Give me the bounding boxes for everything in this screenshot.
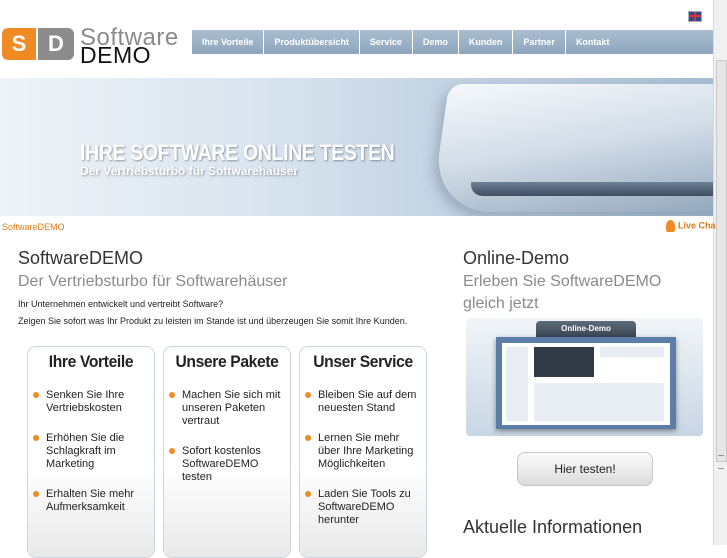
list-item-label: Erhalten Sie mehr Aufmerksamkeit bbox=[46, 488, 135, 513]
box-unser-service: Unser Service Bleiben Sie auf dem neuest… bbox=[299, 346, 427, 558]
scrollbar-grip-icon bbox=[718, 455, 724, 469]
vertical-scrollbar[interactable] bbox=[713, 0, 727, 545]
logo-mark: S D bbox=[2, 28, 74, 60]
online-demo-subtitle: Erleben Sie SoftwareDEMO gleich jetzt bbox=[463, 273, 662, 312]
nav-item-kontakt[interactable]: Kontakt bbox=[566, 30, 620, 54]
nav-item-demo[interactable]: Demo bbox=[413, 30, 459, 54]
bullet-icon bbox=[305, 435, 311, 441]
preview-screenshot bbox=[496, 337, 676, 429]
english-flag-icon[interactable] bbox=[688, 11, 702, 22]
intro-line-1: Ihr Unternehmen entwickelt und vertreibt… bbox=[18, 299, 224, 309]
list-item[interactable]: Senken Sie Ihre Vertriebskosten bbox=[33, 389, 152, 415]
nav-item-partner[interactable]: Partner bbox=[513, 30, 566, 54]
box-title[interactable]: Ihre Vorteile bbox=[33, 347, 149, 377]
list-item[interactable]: Machen Sie sich mit unseren Paketen vert… bbox=[169, 389, 288, 428]
nav-item-kunden[interactable]: Kunden bbox=[459, 30, 514, 54]
logo-demo-text: DEMO bbox=[80, 42, 151, 68]
list-item[interactable]: Lernen Sie mehr über Ihre Marketing Mögl… bbox=[305, 432, 424, 471]
nav-item-ihre-vorteile[interactable]: Ihre Vorteile bbox=[192, 30, 265, 54]
bullet-icon bbox=[33, 392, 39, 398]
preview-page-image bbox=[502, 343, 670, 425]
nav-item-produktuebersicht[interactable]: Produktübersicht bbox=[264, 30, 360, 54]
nav-item-service[interactable]: Service bbox=[360, 30, 413, 54]
news-title: Aktuelle Informationen bbox=[463, 517, 643, 537]
list-item[interactable]: Laden Sie Tools zu SoftwareDEMO herunter bbox=[305, 488, 424, 527]
chat-icon bbox=[666, 220, 675, 232]
bullet-icon bbox=[169, 392, 175, 398]
box-unsere-pakete: Unsere Pakete Machen Sie sich mit unsere… bbox=[163, 346, 291, 558]
live-chat-link[interactable]: Live Cha bbox=[666, 220, 716, 232]
list-item-label: Laden Sie Tools zu SoftwareDEMO herunter bbox=[318, 488, 411, 526]
preview-content-image bbox=[534, 383, 664, 421]
box-ihre-vorteile: Ihre Vorteile Senken Sie Ihre Vertriebsk… bbox=[27, 346, 155, 558]
list-item[interactable]: Erhalten Sie mehr Aufmerksamkeit bbox=[33, 488, 152, 514]
logo-mark-d: D bbox=[38, 28, 74, 60]
list-item-label: Bleiben Sie auf dem neuesten Stand bbox=[318, 389, 417, 414]
live-chat-label: Live Cha bbox=[678, 220, 716, 231]
list-item-label: Senken Sie Ihre Vertriebskosten bbox=[46, 389, 125, 414]
page-subtitle: Der Vertriebsturbo für Softwarehäuser bbox=[18, 273, 288, 290]
bullet-icon bbox=[305, 491, 311, 497]
banner-subtitle: Der Vertriebsturbo für Softwarehäuser bbox=[80, 164, 299, 178]
online-demo-title: Online-Demo bbox=[463, 248, 570, 268]
preview-sidebar-image bbox=[506, 347, 528, 421]
list-item-label: Machen Sie sich mit unseren Paketen vert… bbox=[182, 389, 281, 427]
preview-tab-label: Online-Demo bbox=[536, 321, 636, 337]
preview-header-image bbox=[600, 347, 664, 357]
online-demo-preview[interactable]: Online-Demo bbox=[466, 318, 703, 436]
bullet-icon bbox=[305, 392, 311, 398]
bullet-icon bbox=[169, 448, 175, 454]
list-item[interactable]: Bleiben Sie auf dem neuesten Stand bbox=[305, 389, 424, 415]
page-title: SoftwareDEMO bbox=[18, 248, 144, 268]
list-item-label: Erhöhen Sie die Schlagkraft im Marketing bbox=[46, 432, 125, 470]
box-title[interactable]: Unser Service bbox=[305, 347, 421, 377]
list-item-label: Sofort kostenlos SoftwareDEMO testen bbox=[182, 445, 261, 483]
logo[interactable]: S D Software DEMO bbox=[0, 24, 190, 68]
intro-line-2: Zeigen Sie sofort was Ihr Produkt zu lei… bbox=[18, 316, 408, 326]
hero-banner: IHRE SOFTWARE ONLINE TESTEN Der Vertrieb… bbox=[0, 78, 713, 216]
laptop-edge-image bbox=[468, 182, 713, 196]
scrollbar-thumb[interactable] bbox=[716, 60, 727, 462]
bullet-icon bbox=[33, 491, 39, 497]
hier-testen-button[interactable]: Hier testen! bbox=[517, 452, 653, 486]
bullet-icon bbox=[33, 435, 39, 441]
preview-video-image bbox=[534, 347, 594, 377]
banner-title: IHRE SOFTWARE ONLINE TESTEN bbox=[80, 140, 395, 165]
list-item-label: Lernen Sie mehr über Ihre Marketing Mögl… bbox=[318, 432, 414, 470]
logo-mark-s: S bbox=[2, 28, 36, 60]
breadcrumb[interactable]: SoftwareDEMO bbox=[2, 222, 65, 232]
list-item[interactable]: Sofort kostenlos SoftwareDEMO testen bbox=[169, 445, 288, 484]
main-navigation: Ihre Vorteile Produktübersicht Service D… bbox=[192, 30, 714, 54]
list-item[interactable]: Erhöhen Sie die Schlagkraft im Marketing bbox=[33, 432, 152, 471]
box-title[interactable]: Unsere Pakete bbox=[169, 347, 285, 377]
